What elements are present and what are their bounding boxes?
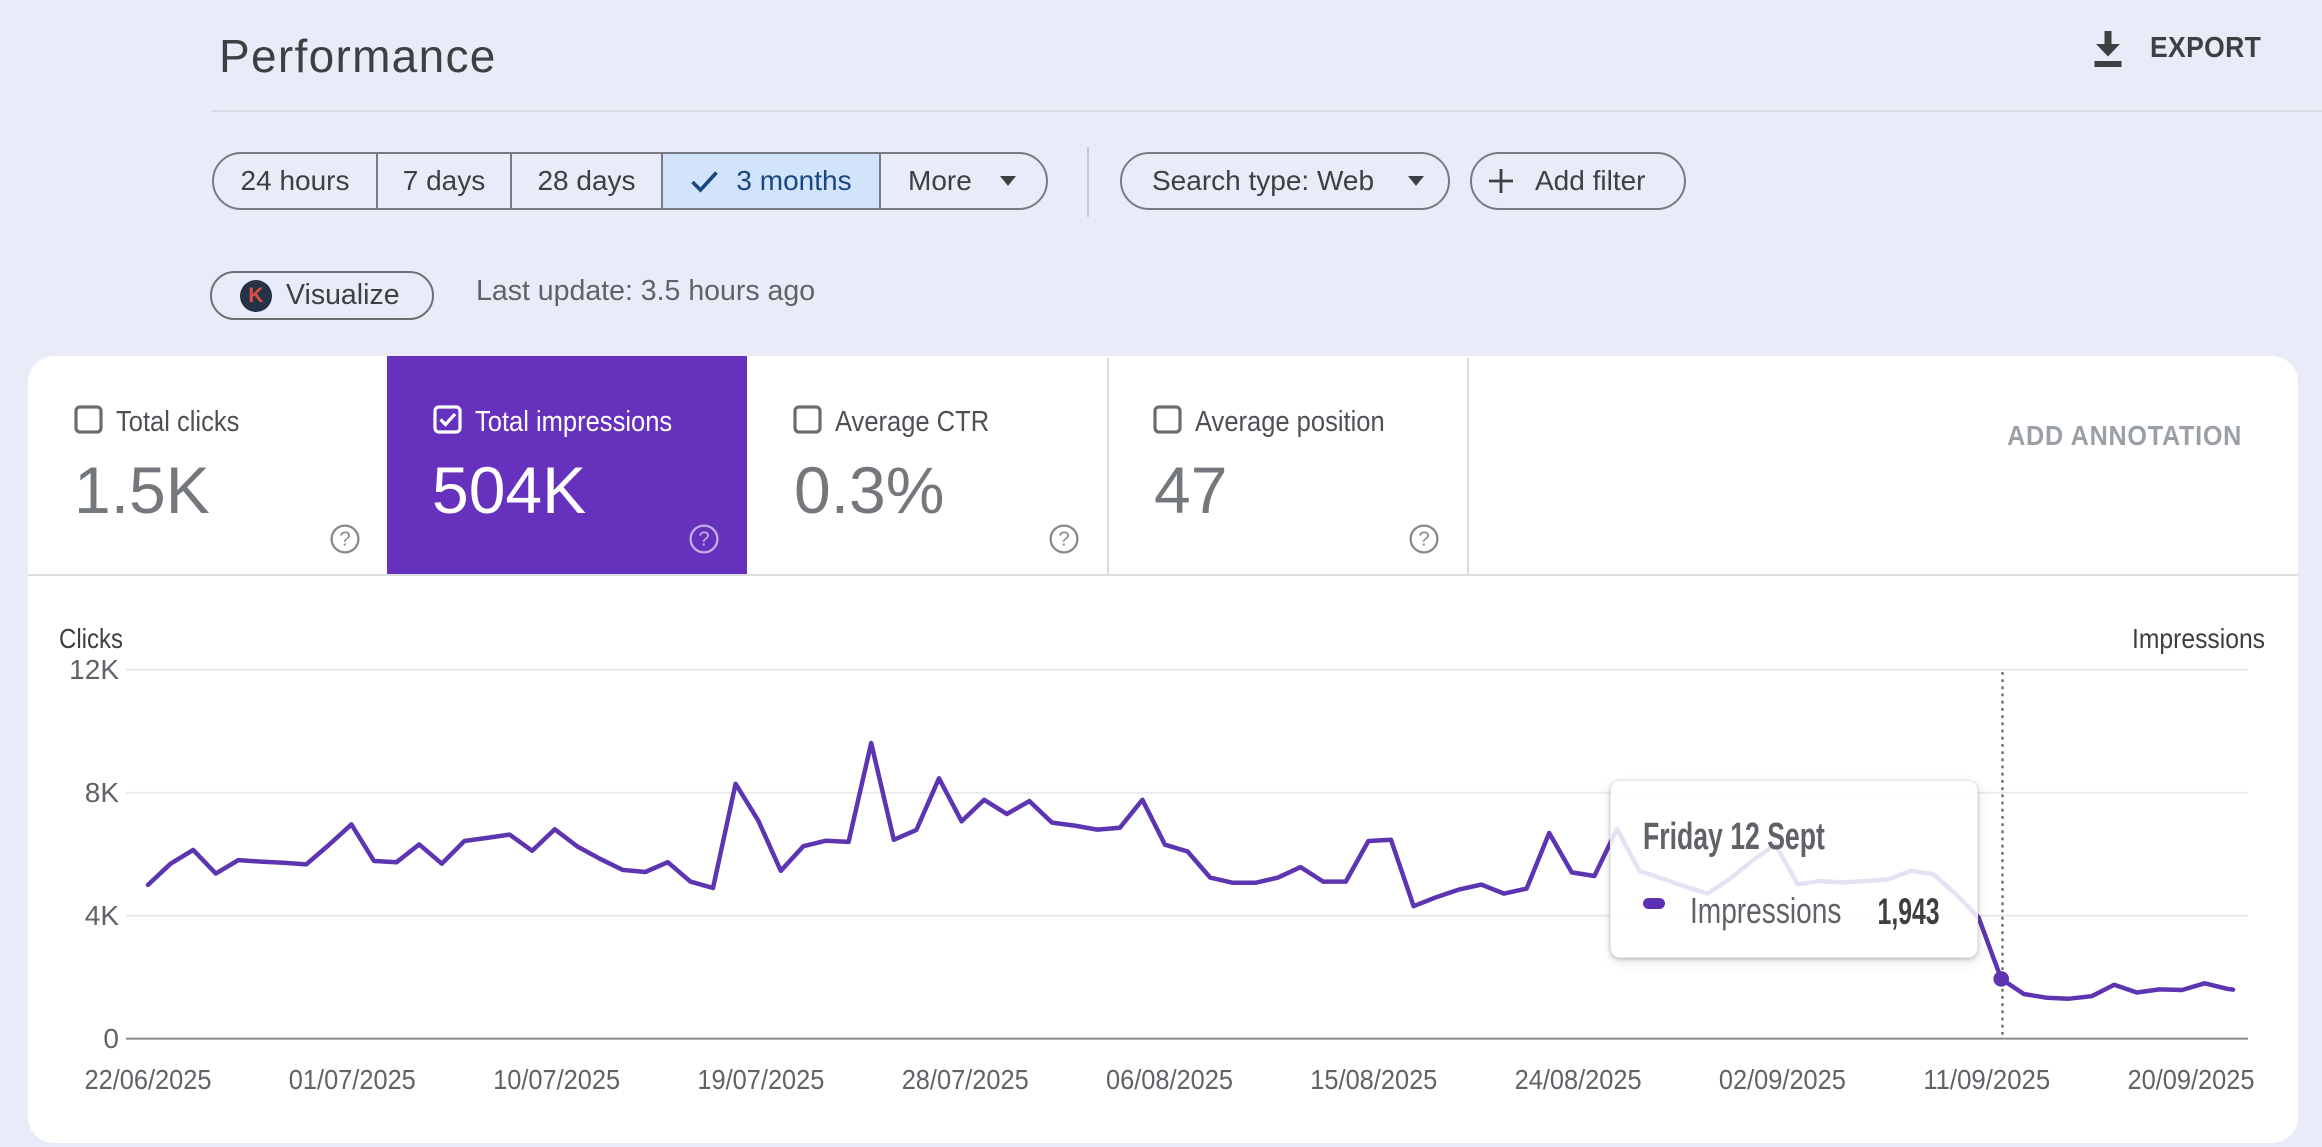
- svg-text:19/07/2025: 19/07/2025: [697, 1064, 824, 1095]
- svg-text:10/07/2025: 10/07/2025: [493, 1064, 620, 1095]
- svg-text:22/06/2025: 22/06/2025: [85, 1064, 212, 1095]
- svg-text:0: 0: [103, 1023, 119, 1054]
- svg-text:24/08/2025: 24/08/2025: [1515, 1064, 1642, 1095]
- svg-text:8K: 8K: [85, 777, 120, 808]
- svg-text:Clicks: Clicks: [59, 623, 123, 654]
- svg-text:02/09/2025: 02/09/2025: [1719, 1064, 1846, 1095]
- svg-text:01/07/2025: 01/07/2025: [289, 1064, 416, 1095]
- svg-text:12K: 12K: [69, 654, 119, 685]
- svg-text:28/07/2025: 28/07/2025: [902, 1064, 1029, 1095]
- svg-text:20/09/2025: 20/09/2025: [2128, 1064, 2255, 1095]
- svg-text:15/08/2025: 15/08/2025: [1310, 1064, 1437, 1095]
- svg-text:06/08/2025: 06/08/2025: [1106, 1064, 1233, 1095]
- svg-text:11/09/2025: 11/09/2025: [1923, 1064, 2050, 1095]
- svg-text:4K: 4K: [85, 900, 120, 931]
- svg-text:Impressions: Impressions: [2132, 623, 2265, 654]
